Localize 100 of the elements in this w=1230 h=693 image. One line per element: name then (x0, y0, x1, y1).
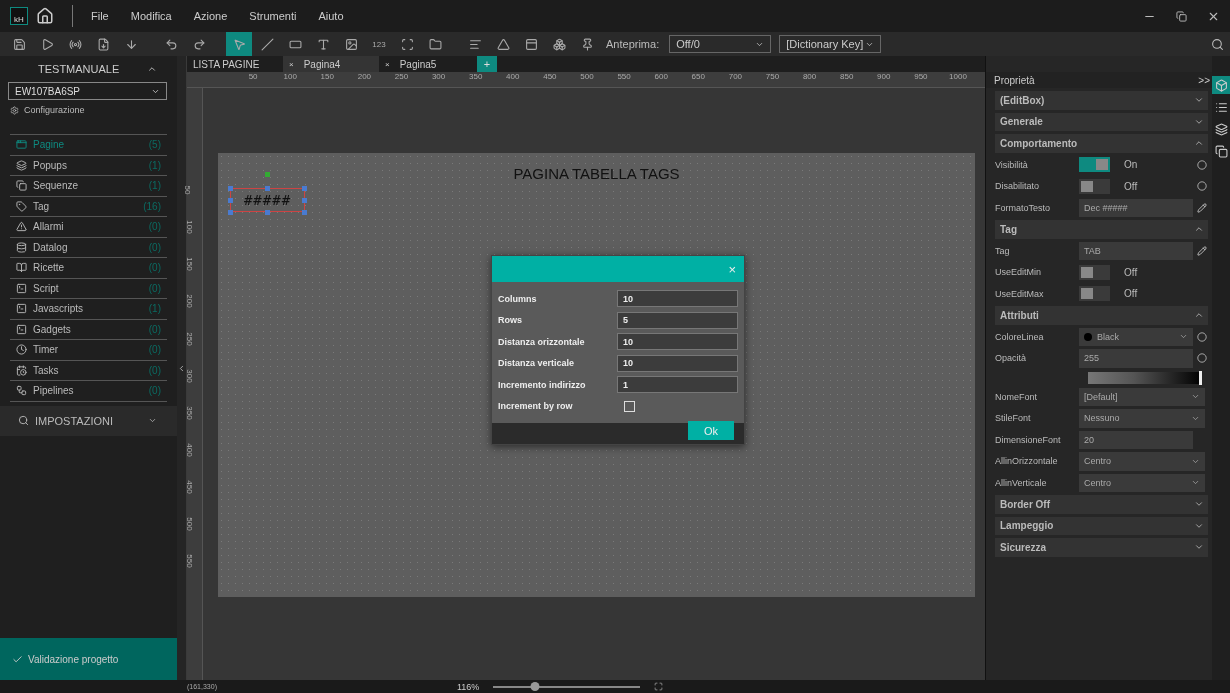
rotate-handle[interactable] (265, 172, 270, 177)
zoom-slider[interactable] (493, 685, 641, 688)
pencil-icon[interactable] (1197, 245, 1207, 256)
input-field[interactable]: 10 (617, 354, 738, 372)
opacity-slider[interactable] (1088, 371, 1202, 384)
tab-close[interactable]: × (289, 59, 294, 69)
reset-icon[interactable] (1197, 181, 1207, 192)
section-header[interactable]: (EditBox) (995, 91, 1208, 110)
resize-handle[interactable] (302, 186, 307, 191)
resize-handle[interactable] (228, 210, 233, 215)
toggle-reading: On (1124, 159, 1138, 171)
sidebar-item[interactable]: Javascripts (1) (10, 299, 167, 320)
configuration-link[interactable]: Configurazione (24, 105, 85, 115)
down-arrow-icon (124, 37, 138, 51)
slider-thumb[interactable] (1199, 370, 1202, 385)
input-field[interactable]: 10 (617, 333, 738, 350)
input-field[interactable]: 1 (617, 376, 738, 393)
preview-dropdown[interactable]: Off/0 (669, 35, 772, 53)
pencil-icon[interactable] (1197, 202, 1207, 213)
collapse-icon[interactable] (177, 363, 186, 373)
section-title: Tag (1000, 223, 1018, 235)
sidebar-item[interactable]: Gadgets (0) (10, 319, 167, 340)
resize-handle[interactable] (228, 198, 233, 203)
page-tab[interactable]: × Pagina4 (283, 56, 379, 72)
sidebar-item[interactable]: Pipelines (0) (10, 381, 167, 402)
home-icon[interactable] (36, 7, 54, 25)
validation-label: Validazione progetto (28, 653, 119, 665)
ruler-label: 200 (185, 294, 195, 309)
menu-item[interactable]: Strumenti (249, 10, 297, 22)
sidebar-item[interactable]: Tag (16) (10, 196, 167, 217)
toggle-switch[interactable] (1079, 157, 1110, 173)
toggle-switch[interactable] (1079, 286, 1110, 302)
property-dropdown[interactable]: Centro (1079, 452, 1205, 471)
ruler-label: 800 (802, 72, 817, 81)
item-count: (0) (148, 282, 161, 294)
dictionary-dropdown[interactable]: [Dictionary Key] (779, 35, 882, 53)
dropdown-value: [Default] (1084, 391, 1118, 402)
validation-bar[interactable]: Validazione progetto (0, 638, 177, 680)
sidebar-item[interactable]: Popups (1) (10, 155, 167, 176)
item-label: Tasks (33, 364, 59, 376)
tab-close[interactable]: × (385, 59, 390, 69)
item-label: Ricette (33, 262, 65, 274)
sidebar-item[interactable]: Datalog (0) (10, 237, 167, 258)
section-header[interactable]: Border Off (995, 495, 1208, 514)
sidebar-item[interactable]: Ricette (0) (10, 258, 167, 279)
ruler-label: 50 (182, 185, 192, 195)
tool-button[interactable]: 123 (366, 32, 392, 56)
property-field[interactable]: 255 (1079, 349, 1193, 368)
settings-section[interactable]: IMPOSTAZIONI (0, 405, 177, 436)
menu-item[interactable]: File (91, 10, 109, 22)
field-label: Distanza verticale (498, 358, 576, 368)
input-field[interactable]: 5 (617, 311, 738, 329)
sidebar-item[interactable]: Sequenze (1) (10, 176, 167, 197)
property-dropdown[interactable]: Nessuno (1079, 409, 1205, 428)
device-dropdown[interactable]: EW107BA6SP (8, 82, 167, 100)
sidebar-item[interactable]: Pagine (5) (10, 135, 167, 156)
resize-handle[interactable] (302, 210, 307, 215)
chevron-up-icon[interactable] (147, 64, 157, 74)
restore-icon[interactable] (1176, 10, 1187, 22)
property-dropdown[interactable]: Centro (1079, 473, 1205, 492)
section-header[interactable]: Sicurezza (995, 538, 1208, 557)
section-header[interactable]: Lampeggio (995, 516, 1208, 535)
resize-handle[interactable] (302, 198, 307, 203)
fit-icon[interactable] (654, 682, 664, 691)
property-field[interactable]: 20 (1079, 430, 1193, 449)
sidebar-item[interactable]: Timer (0) (10, 340, 167, 361)
ruler-label: 300 (431, 72, 446, 81)
pages-tab[interactable] (1212, 142, 1230, 160)
section-header[interactable]: Comportamento (995, 134, 1208, 153)
property-dropdown[interactable]: [Default] (1079, 387, 1205, 406)
collapse-toggle[interactable]: >> (1198, 74, 1210, 86)
sidebar-item[interactable]: Allarmi (0) (10, 217, 167, 238)
resize-handle[interactable] (265, 210, 270, 215)
layers-tab[interactable] (1212, 120, 1230, 138)
menu-item[interactable]: Modifica (130, 10, 172, 22)
color-dropdown[interactable]: Black (1079, 327, 1193, 346)
ruler-label: 350 (185, 406, 195, 420)
reset-icon[interactable] (1197, 159, 1207, 170)
sidebar-item[interactable]: Script (0) (10, 278, 167, 299)
menu-item[interactable]: Aiuto (318, 10, 344, 22)
reset-icon[interactable] (1197, 353, 1207, 364)
section-header[interactable]: Tag (995, 220, 1208, 239)
section-header[interactable]: Generale (995, 112, 1208, 131)
reset-icon[interactable] (1197, 331, 1207, 342)
menu-item[interactable]: Azione (193, 10, 228, 22)
section-header[interactable]: Attributi (995, 306, 1208, 325)
section-title: IMPOSTAZIONI (35, 414, 114, 427)
sidebar-item[interactable]: Tasks (0) (10, 360, 167, 381)
checkbox[interactable] (624, 400, 635, 412)
resize-handle[interactable] (228, 186, 233, 191)
search-icon[interactable] (1211, 37, 1224, 51)
property-label: StileFont (995, 413, 1032, 424)
section-title: Sicurezza (1000, 541, 1047, 553)
property-field[interactable]: TAB (1079, 241, 1193, 260)
resize-handle[interactable] (265, 186, 270, 191)
input-field[interactable]: 10 (617, 290, 738, 307)
slider-thumb[interactable] (530, 681, 539, 691)
toggle-switch[interactable] (1079, 178, 1110, 194)
property-field[interactable]: Dec ##### (1079, 198, 1193, 217)
toggle-switch[interactable] (1079, 264, 1110, 280)
